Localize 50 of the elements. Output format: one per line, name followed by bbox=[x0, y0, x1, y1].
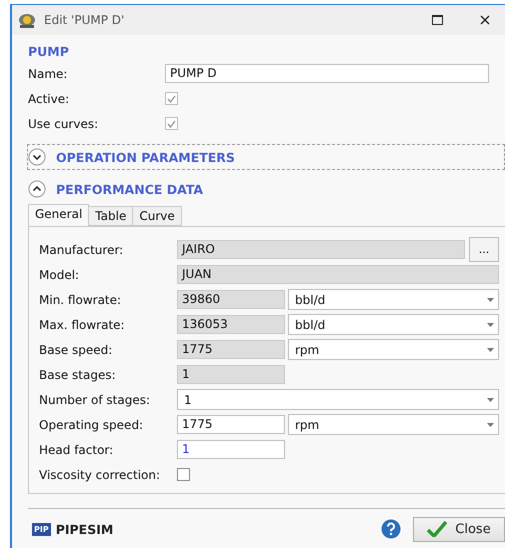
input-field[interactable]: PUMP D bbox=[165, 64, 489, 83]
field-label: Operating speed: bbox=[39, 418, 144, 432]
field-label: Min. flowrate: bbox=[39, 292, 122, 306]
tab[interactable]: Curve bbox=[132, 206, 182, 226]
field-label: Max. flowrate: bbox=[39, 318, 126, 332]
tab[interactable]: General bbox=[28, 204, 90, 226]
unit-dropdown[interactable]: bbl/d bbox=[288, 314, 499, 335]
field-label: Number of stages: bbox=[39, 392, 152, 406]
unit-dropdown[interactable]: rpm bbox=[288, 339, 499, 360]
input-field[interactable]: 1775 bbox=[177, 415, 285, 434]
unit-dropdown[interactable]: bbl/d bbox=[288, 289, 499, 310]
dropdown-caret-icon bbox=[487, 398, 494, 402]
expand-icon[interactable] bbox=[28, 148, 46, 166]
unit-dropdown[interactable]: rpm bbox=[288, 414, 499, 435]
dropdown-caret-icon bbox=[487, 422, 494, 426]
field-label: Active: bbox=[28, 92, 70, 106]
field-label: Use curves: bbox=[28, 116, 100, 130]
section-heading: PUMP bbox=[28, 43, 70, 61]
close-button[interactable]: Close bbox=[413, 516, 505, 542]
readonly-field: 39860 bbox=[177, 290, 285, 309]
readonly-field: 136053 bbox=[177, 315, 285, 334]
field-label: Base stages: bbox=[39, 368, 117, 382]
brand-name: PIPESIM bbox=[56, 522, 114, 536]
checkmark-icon bbox=[427, 521, 448, 537]
dropdown-caret-icon bbox=[487, 348, 494, 352]
readonly-field: 1775 bbox=[177, 340, 285, 359]
help-icon[interactable] bbox=[381, 519, 401, 539]
close-icon[interactable] bbox=[480, 15, 490, 25]
browse-button[interactable]: ... bbox=[469, 237, 499, 262]
checkbox[interactable] bbox=[177, 468, 190, 481]
tab[interactable]: Table bbox=[88, 206, 134, 226]
field-label: Base speed: bbox=[39, 342, 114, 356]
pump-icon bbox=[18, 12, 36, 28]
readonly-field: 1 bbox=[177, 365, 285, 384]
logo: PIP bbox=[32, 522, 51, 536]
readonly-field: JUAN bbox=[177, 265, 499, 284]
manufacturer-field: JAIRO bbox=[177, 240, 465, 259]
dropdown-caret-icon bbox=[487, 298, 494, 302]
collapse-icon[interactable] bbox=[28, 180, 46, 198]
field-label: Head factor: bbox=[39, 442, 114, 456]
dropdown-caret-icon bbox=[487, 322, 494, 326]
maximize-icon[interactable] bbox=[432, 15, 442, 25]
field-label: Name: bbox=[28, 66, 68, 80]
field-label: Viscosity correction: bbox=[39, 468, 162, 482]
section-title[interactable]: PERFORMANCE DATA bbox=[56, 182, 204, 196]
field-label: Manufacturer: bbox=[39, 242, 124, 256]
window-title: Edit 'PUMP D' bbox=[44, 13, 126, 27]
input-field[interactable]: 1 bbox=[177, 440, 285, 459]
dropdown-field[interactable]: 1 bbox=[177, 389, 499, 410]
field-label: Model: bbox=[39, 268, 80, 282]
